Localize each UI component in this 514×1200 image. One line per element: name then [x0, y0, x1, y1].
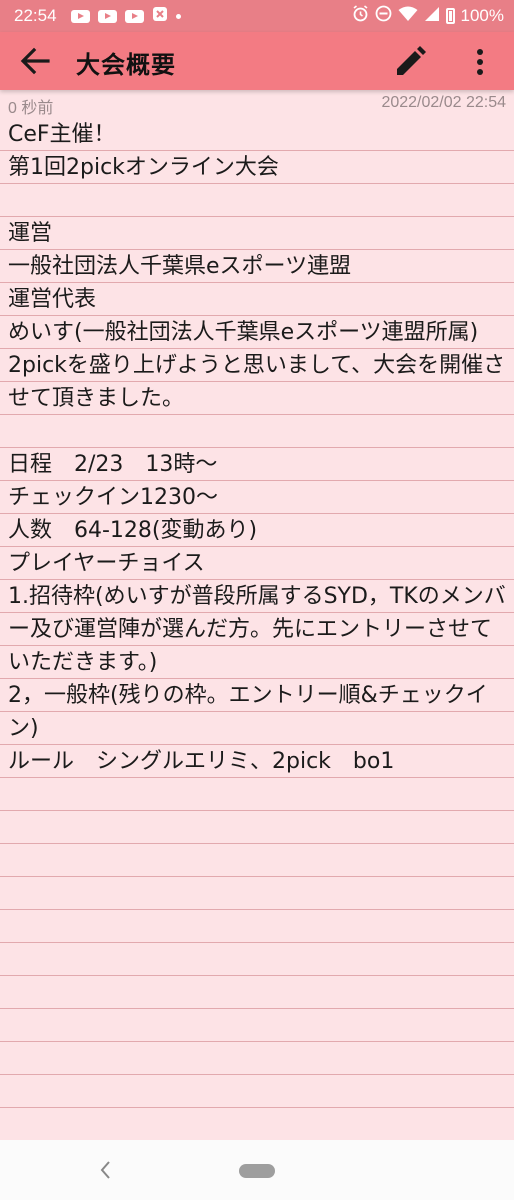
- note-body[interactable]: CeF主催！ 第1回2pickオンライン大会 運営 一般社団法人千葉県eスポーツ…: [0, 118, 514, 778]
- youtube-icon: [97, 9, 117, 23]
- app-bar: 大会概要: [0, 32, 514, 90]
- battery-icon: [445, 8, 455, 24]
- chevron-left-icon: [100, 1161, 110, 1179]
- relative-time: 0 秒前: [8, 100, 54, 117]
- nav-back-button[interactable]: [96, 1157, 116, 1183]
- navigation-bar: [0, 1140, 514, 1200]
- note-meta: 0 秒前 2022/02/02 22:54: [0, 92, 514, 117]
- status-time: 22:54: [14, 6, 57, 25]
- do-not-disturb-icon: [375, 5, 392, 27]
- alarm-icon: [352, 5, 369, 27]
- more-options-button[interactable]: [468, 46, 492, 78]
- note-editor[interactable]: CeF主催！ 第1回2pickオンライン大会 運営 一般社団法人千葉県eスポーツ…: [0, 118, 514, 1140]
- youtube-icon: [124, 9, 144, 23]
- app-icon: [152, 6, 168, 27]
- youtube-icon: [70, 9, 90, 23]
- pencil-icon: [397, 46, 426, 75]
- status-bar: 22:54 100%: [0, 0, 514, 32]
- page-title: 大会概要: [76, 51, 176, 79]
- wifi-icon: [398, 6, 418, 27]
- battery-percent: 100%: [460, 6, 504, 25]
- edit-button[interactable]: [393, 45, 427, 79]
- more-vert-icon: [477, 49, 483, 75]
- arrow-back-icon: [20, 47, 50, 75]
- back-button[interactable]: [20, 47, 50, 75]
- signal-icon: [424, 6, 440, 27]
- notification-dot-icon: [175, 13, 181, 19]
- home-pill[interactable]: [239, 1164, 275, 1178]
- timestamp: 2022/02/02 22:54: [381, 94, 506, 111]
